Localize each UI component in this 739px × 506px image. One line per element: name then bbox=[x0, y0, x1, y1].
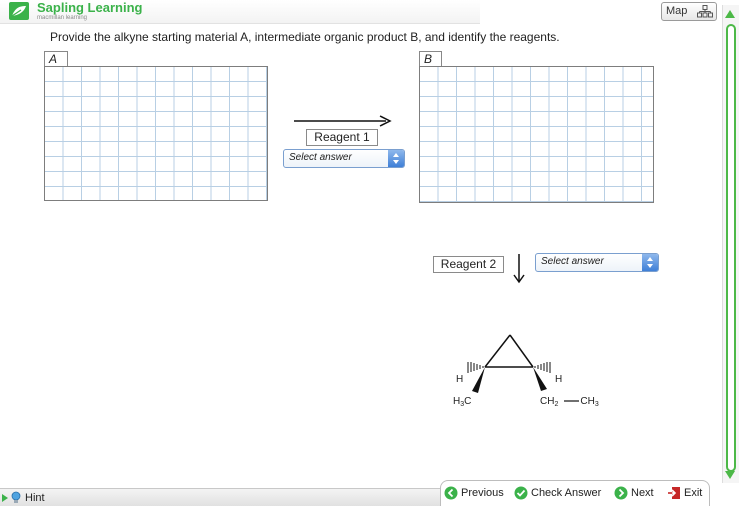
product-h3c-c: C bbox=[464, 396, 471, 407]
product-ch2: CH bbox=[540, 396, 554, 407]
logo-title: Sapling Learning bbox=[37, 0, 143, 15]
reagent-1-select-value: Select answer bbox=[289, 152, 352, 163]
scroll-up-icon[interactable] bbox=[725, 10, 735, 18]
previous-icon bbox=[444, 486, 458, 500]
scroll-thumb[interactable] bbox=[726, 24, 736, 472]
map-icon bbox=[697, 5, 713, 18]
svg-text:H3C: H3C bbox=[453, 396, 471, 408]
map-button[interactable]: Map bbox=[661, 2, 717, 21]
exit-button[interactable]: Exit bbox=[667, 485, 702, 501]
reagent-2-label: Reagent 2 bbox=[433, 256, 504, 273]
product-ch3-sub: 3 bbox=[595, 401, 599, 408]
reagent-1-label: Reagent 1 bbox=[306, 129, 378, 146]
scroll-down-icon[interactable] bbox=[725, 471, 735, 479]
drawing-canvas-b[interactable] bbox=[419, 66, 654, 203]
reagent-1-select[interactable]: Select answer bbox=[283, 149, 405, 168]
product-molecule: H H H3C CH2 CH3 bbox=[453, 334, 599, 408]
reagent-2-select[interactable]: Select answer bbox=[535, 253, 659, 272]
product-ch2-sub: 2 bbox=[554, 401, 558, 408]
product-h3c-h: H bbox=[453, 396, 460, 407]
select-arrows-icon[interactable] bbox=[388, 150, 404, 167]
exit-icon bbox=[668, 487, 680, 499]
product-ch3: CH bbox=[580, 396, 594, 407]
box-b-label: B bbox=[419, 51, 442, 66]
map-button-label: Map bbox=[666, 5, 688, 17]
svg-text:CH2CH3: CH2 CH3 bbox=[540, 396, 599, 408]
logo-subtitle: macmillan learning bbox=[37, 15, 88, 21]
vertical-scrollbar[interactable] bbox=[722, 5, 739, 483]
expand-arrow-icon[interactable] bbox=[2, 494, 8, 502]
question-text: Provide the alkyne starting material A, … bbox=[50, 30, 560, 44]
next-icon bbox=[614, 486, 628, 500]
check-answer-button[interactable]: Check Answer bbox=[514, 485, 601, 501]
product-h-right: H bbox=[555, 374, 562, 385]
reagent-2-select-value: Select answer bbox=[541, 256, 604, 267]
select-arrows-icon[interactable] bbox=[642, 254, 658, 271]
reaction-arrow-right-icon bbox=[294, 115, 392, 127]
product-h-left: H bbox=[456, 374, 463, 385]
bulb-icon bbox=[11, 491, 21, 503]
box-a-label: A bbox=[44, 51, 68, 66]
reaction-arrow-down-icon bbox=[513, 254, 525, 284]
check-icon bbox=[514, 486, 528, 500]
drawing-canvas-a[interactable] bbox=[44, 66, 268, 201]
header: Sapling Learning macmillan learning bbox=[0, 0, 480, 24]
hint-bar[interactable]: Hint bbox=[0, 488, 440, 506]
leaf-logo-icon bbox=[9, 2, 29, 20]
navigation-bar: Previous Check Answer Next Exit bbox=[440, 480, 710, 506]
next-button[interactable]: Next bbox=[614, 485, 654, 501]
previous-button[interactable]: Previous bbox=[444, 485, 504, 501]
hint-label[interactable]: Hint bbox=[25, 492, 45, 504]
